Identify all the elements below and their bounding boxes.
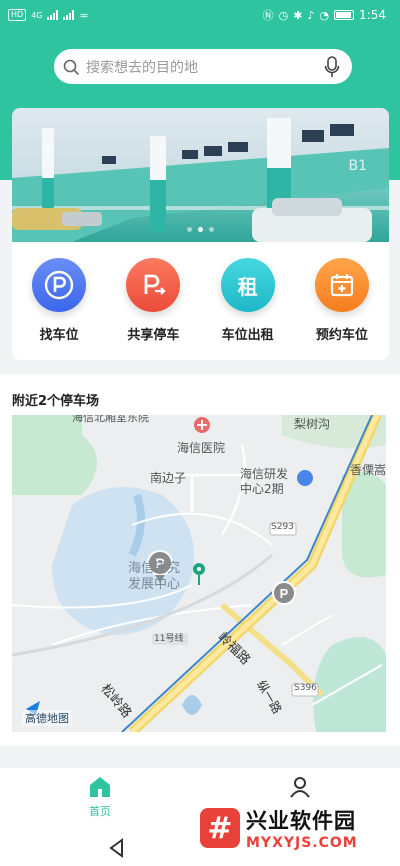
hd-badge: HD	[8, 9, 27, 21]
battery-icon	[334, 10, 355, 20]
map-label-poi: 海信北厢室东院	[72, 415, 149, 424]
back-icon[interactable]	[106, 837, 128, 859]
parking-garage-image	[12, 108, 389, 242]
microphone-icon[interactable]	[324, 55, 340, 78]
tab-home[interactable]: 首页	[0, 768, 200, 830]
search-placeholder: 搜索想去的目的地	[86, 59, 198, 76]
site-watermark: # 兴业软件园 MYXYJS.COM	[200, 800, 390, 856]
mute-icon: ♪	[307, 8, 315, 22]
watermark-title: 兴业软件园	[246, 809, 356, 833]
find-parking-button[interactable]: 找车位	[19, 258, 99, 360]
map-canvas: P P	[12, 415, 386, 732]
map-label-line11: 11号线	[154, 634, 184, 644]
svg-text:P: P	[280, 586, 289, 601]
map-label-research-center: 海信研发 中心2期	[240, 467, 289, 496]
entry-label: 预约车位	[315, 328, 368, 343]
map-label-lishugou: 梨树沟	[294, 417, 331, 431]
quick-entry-card: 找车位 共享停车 租 车位出租 预约车位	[12, 242, 389, 360]
map-view[interactable]: P P 海信北厢室东院 海信医院 梨树沟 南边子 海信研发 中心2期 香傈嵩 S…	[12, 415, 386, 732]
signal-2-icon	[63, 10, 75, 20]
section-title: 附近2个停车场	[12, 394, 100, 409]
wifi-icon: ≈	[79, 8, 89, 22]
nfc-icon: Ⓝ	[262, 9, 274, 22]
rent-icon: 租	[220, 258, 275, 312]
road-badge-s396: S396	[294, 683, 317, 693]
map-brand-text: 高德地图	[25, 712, 69, 725]
share-parking-icon	[126, 258, 181, 312]
signal-icon	[47, 10, 59, 20]
parking-icon	[32, 258, 87, 312]
entry-label: 车位出租	[221, 328, 274, 343]
bluetooth-icon: ✱	[293, 8, 303, 22]
carousel-dot[interactable]	[187, 227, 192, 232]
search-icon	[63, 59, 79, 75]
carousel-dot[interactable]	[209, 227, 214, 232]
search-input[interactable]: 搜索想去的目的地	[54, 49, 352, 84]
alarm-icon: ◷	[278, 8, 289, 22]
map-label-dev-center: 海信研究 发展中心	[128, 561, 181, 592]
map-label-hospital: 海信医院	[177, 441, 226, 455]
reserve-parking-button[interactable]: 预约车位	[302, 258, 382, 360]
road-badge-s293: S293	[271, 522, 294, 532]
status-bar: HD 4G ≈ Ⓝ ◷ ✱ ♪ ◔ 1:54	[0, 0, 400, 30]
map-brand-logo: 高德地图	[22, 710, 72, 726]
network-label: 4G	[31, 10, 43, 20]
watermark-url: MYXYJS.COM	[246, 835, 358, 851]
floor-sign: B1	[348, 158, 367, 174]
calendar-icon	[314, 258, 369, 312]
carousel-dot-active[interactable]	[198, 227, 203, 232]
carousel-indicator	[12, 227, 389, 232]
parking-marker[interactable]: P	[272, 581, 296, 605]
shared-parking-button[interactable]: 共享停车	[113, 258, 193, 360]
nearby-parking-section: 附近2个停车场 P P 海信北厢室东院 海信医院 梨树沟 南边子 海信研发 中心…	[0, 374, 400, 746]
entry-label: 共享停车	[127, 328, 180, 343]
map-label-nanbianzi: 南边子	[150, 471, 187, 485]
entry-label: 找车位	[39, 328, 79, 343]
clock: 1:54	[359, 8, 386, 22]
speed-icon: ◔	[319, 8, 330, 22]
hash-logo-icon: #	[200, 808, 240, 848]
home-icon	[90, 777, 110, 797]
tab-home-label: 首页	[89, 805, 111, 818]
rent-parking-button[interactable]: 租 车位出租	[208, 258, 288, 360]
map-label-xiangli: 香傈嵩	[350, 463, 386, 477]
rent-glyph: 租	[237, 274, 258, 299]
banner-carousel[interactable]: B1	[12, 108, 389, 242]
profile-icon	[290, 777, 310, 798]
